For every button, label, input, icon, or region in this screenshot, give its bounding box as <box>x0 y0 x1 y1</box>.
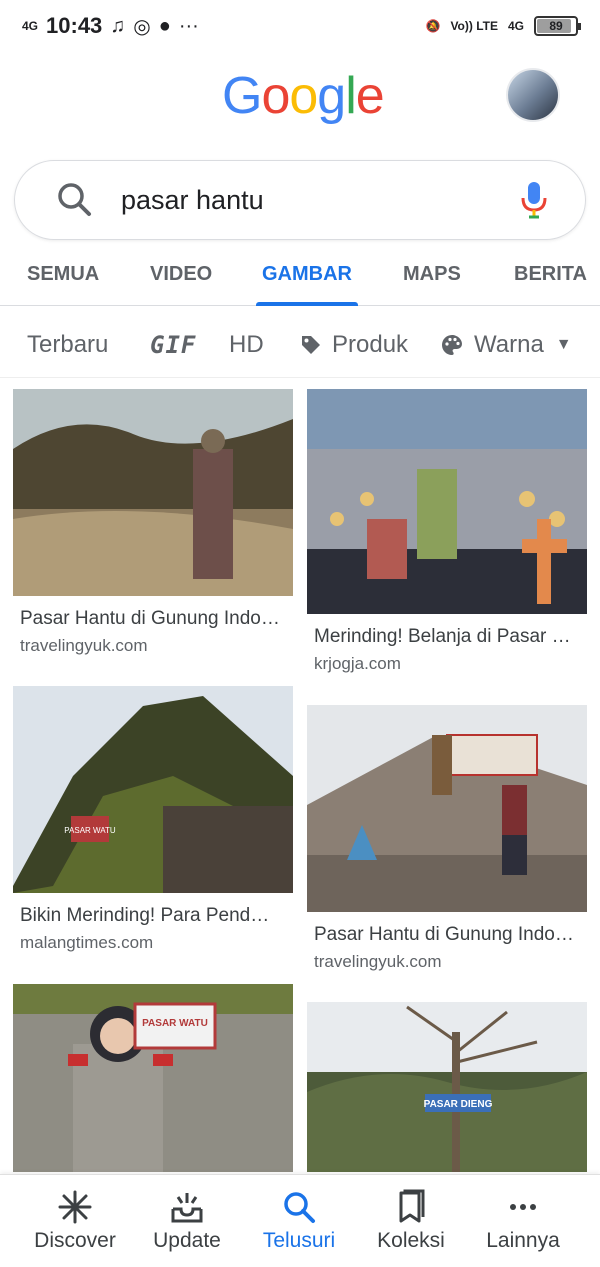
search-tabs: SEMUA VIDEO GAMBAR MAPS BERITA <box>0 250 600 306</box>
result-image[interactable] <box>307 389 587 614</box>
nav-update[interactable]: Update <box>132 1189 242 1253</box>
tag-icon <box>302 335 320 354</box>
nav-lainnya[interactable]: Lainnya <box>468 1189 578 1253</box>
more-notifications-icon: ··· <box>178 14 199 37</box>
image-filters: Terbaru GIF HD Produk Warna ▼ <box>0 312 600 378</box>
tab-video[interactable]: VIDEO <box>150 250 212 306</box>
dropdown-arrow-icon: ▼ <box>555 335 572 353</box>
image-sign-text: PASAR WATU <box>142 1018 208 1029</box>
image-sign-text: PASAR DIENG <box>424 1099 493 1110</box>
result-image[interactable]: PASAR WATU <box>13 984 293 1172</box>
result-title[interactable]: Pasar Hantu di Gunung Indo… <box>307 924 587 946</box>
silent-icon: 🔕 <box>425 19 441 33</box>
status-bar: 4G 10:43 ♫ ◎ ● ··· 🔕 Vo)) LTE 4G 89 <box>0 0 600 52</box>
result-image[interactable] <box>307 705 587 912</box>
network-indicator: 4G <box>22 19 39 33</box>
search-query[interactable]: pasar hantu <box>121 185 264 216</box>
nav-koleksi[interactable]: Koleksi <box>356 1189 466 1253</box>
result-source: malangtimes.com <box>20 933 154 952</box>
signal-indicator: 4G <box>507 19 524 33</box>
volte-indicator: Vo)) LTE <box>450 19 498 33</box>
filter-hd[interactable]: HD <box>229 331 264 359</box>
nav-label: Update <box>153 1229 221 1252</box>
result-image[interactable]: PASAR DIENG <box>307 1002 587 1172</box>
whatsapp-icon: ◎ <box>133 15 151 38</box>
result-title[interactable]: Bikin Merinding! Para Pend… <box>13 905 293 927</box>
image-result[interactable]: Merinding! Belanja di Pasar … krjogja.co… <box>307 389 587 674</box>
nav-label: Discover <box>34 1229 116 1252</box>
result-title[interactable]: Pasar Hantu di Gunung Indo… <box>13 608 293 630</box>
result-image[interactable]: PASAR WATU <box>13 686 293 893</box>
battery-level: 89 <box>549 19 563 33</box>
asterisk-icon <box>58 1190 92 1224</box>
inbox-update-icon <box>171 1193 203 1223</box>
collections-icon <box>399 1189 425 1223</box>
image-sign-text: PASAR WATU <box>64 826 116 835</box>
music-icon: ♫ <box>110 14 126 37</box>
filter-gif[interactable]: GIF <box>150 331 196 359</box>
filter-label: Terbaru <box>27 330 109 358</box>
status-time: 10:43 <box>46 13 103 38</box>
image-result[interactable]: PASAR WATU <box>13 984 293 1172</box>
filter-label: Produk <box>332 330 409 358</box>
filter-label: HD <box>229 330 264 358</box>
image-result[interactable]: PASAR DIENG <box>307 1002 587 1172</box>
nav-label: Telusuri <box>262 1229 336 1252</box>
result-source: krjogja.com <box>314 654 401 673</box>
palette-icon <box>442 334 462 355</box>
nav-telusuri[interactable]: Telusuri <box>244 1189 354 1253</box>
check-circle-icon: ● <box>158 14 171 37</box>
avatar[interactable] <box>506 68 560 122</box>
mic-icon[interactable] <box>519 180 549 220</box>
filter-produk[interactable]: Produk <box>300 331 408 359</box>
tab-semua[interactable]: SEMUA <box>27 250 99 306</box>
nav-label: Koleksi <box>377 1229 445 1252</box>
result-title[interactable]: Merinding! Belanja di Pasar … <box>307 626 587 648</box>
image-result[interactable]: Pasar Hantu di Gunung Indo… travelingyuk… <box>307 705 587 972</box>
search-box[interactable]: pasar hantu <box>14 160 586 240</box>
filter-terbaru[interactable]: Terbaru <box>27 331 108 359</box>
search-icon <box>58 183 91 216</box>
nav-discover[interactable]: Discover <box>20 1189 130 1253</box>
filter-warna[interactable]: Warna ▼ <box>440 331 572 359</box>
tab-gambar[interactable]: GAMBAR <box>256 250 358 306</box>
result-source: travelingyuk.com <box>20 636 148 655</box>
nav-label: Lainnya <box>486 1229 560 1252</box>
filter-label: GIF <box>150 330 197 359</box>
tab-berita[interactable]: BERITA <box>514 250 587 306</box>
image-result[interactable]: Pasar Hantu di Gunung Indo… travelingyuk… <box>13 389 293 656</box>
image-result[interactable]: PASAR WATU Bikin Merinding! Para Pend… m… <box>13 686 293 953</box>
more-icon <box>510 1204 536 1210</box>
google-logo: Google <box>222 67 385 125</box>
result-source: travelingyuk.com <box>314 952 442 971</box>
tab-maps[interactable]: MAPS <box>403 250 461 306</box>
battery-icon: 89 <box>534 16 581 36</box>
result-image[interactable] <box>13 389 293 596</box>
filter-label: Warna <box>474 330 544 358</box>
bottom-navigation: Discover Update Telusuri Koleksi Lainnya <box>0 1174 600 1267</box>
search-icon <box>284 1192 315 1223</box>
